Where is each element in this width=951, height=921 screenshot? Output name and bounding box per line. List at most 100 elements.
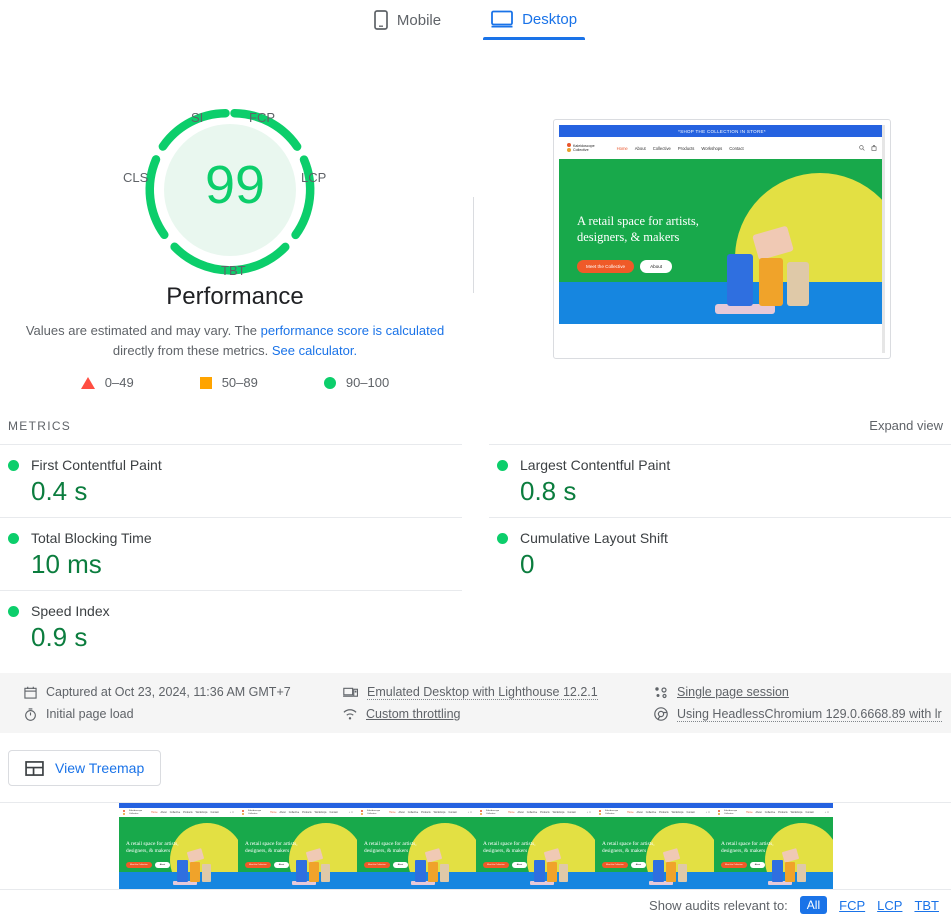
environment-session: Single page session: [654, 681, 951, 703]
frame-object: [678, 864, 687, 882]
user-agent-text[interactable]: Using HeadlessChromium 129.0.6668.89 wit…: [677, 707, 942, 722]
performance-score-link[interactable]: performance score is calculated: [261, 323, 445, 338]
audit-filter-bar: Show audits relevant to: All FCP LCP TBT: [649, 896, 939, 914]
view-treemap-button[interactable]: View Treemap: [8, 750, 162, 786]
environment-column-2: Emulated Desktop with Lighthouse 12.2.1 …: [335, 681, 646, 725]
frame-object: [440, 864, 449, 882]
logo-mark-icon: [567, 143, 571, 153]
frame-nav: Kaleidoscope Collective Home About Collecti…: [595, 808, 714, 817]
session-text[interactable]: Single page session: [677, 685, 789, 699]
metric-value: 0: [520, 549, 535, 579]
circle-icon: [323, 376, 336, 389]
frame-logo-icon: [123, 810, 126, 816]
tab-desktop[interactable]: Desktop: [481, 0, 587, 40]
legend-range-good: 90–100: [345, 375, 390, 390]
frame-headline: A retail space for artists, designers, & …: [245, 841, 298, 854]
environment-column-1: Captured at Oct 23, 2024, 11:36 AM GMT+7…: [0, 681, 335, 725]
frame-cta-secondary: About: [154, 862, 171, 868]
environment-user-agent: Using HeadlessChromium 129.0.6668.89 wit…: [654, 703, 951, 725]
frame-logo-text: Kaleidoscope Collective: [486, 809, 500, 815]
frame-hero: A retail space for artists, designers, & …: [476, 817, 595, 889]
form-factor-tabs: Mobile Desktop: [0, 0, 951, 47]
legend-range-poor: 0–49: [104, 375, 134, 390]
status-dot-good-icon: [497, 532, 508, 544]
frame-object: [559, 864, 568, 882]
audit-filter-tbt[interactable]: TBT: [914, 898, 939, 913]
throttling-text[interactable]: Custom throttling: [366, 707, 460, 721]
single-page-session-icon: [655, 686, 667, 698]
status-dot-good-icon: [497, 459, 508, 471]
metrics-grid: First Contentful Paint 0.4 s Total Block…: [0, 444, 951, 663]
audit-filter-all[interactable]: All: [799, 896, 828, 914]
frame-logo-icon: [361, 810, 364, 816]
frame-cta-group: Meet the Collective About: [721, 862, 766, 868]
hero-cta-group: Meet the Collective About: [577, 260, 673, 273]
frame-object: [547, 862, 557, 882]
see-calculator-link[interactable]: See calculator.: [272, 343, 357, 358]
frame-object: [653, 860, 664, 882]
frame-cta-group: Meet the Collective About: [602, 862, 647, 868]
legend-item-good: 90–100: [323, 375, 390, 390]
legend-item-average: 50–89: [199, 375, 258, 390]
audit-filter-lcp[interactable]: LCP: [877, 898, 902, 913]
metric-largest-contentful-paint[interactable]: Largest Contentful Paint 0.8 s: [489, 444, 951, 517]
frame-nav-links: Home About Collective Products Workshops Cont…: [151, 811, 219, 814]
triangle-icon: [80, 376, 95, 389]
metric-label: Cumulative Layout Shift: [520, 530, 668, 546]
audit-filter-fcp[interactable]: FCP: [839, 898, 865, 913]
hero-object-3: [787, 262, 809, 306]
frame-nav-icons: ⌕ ▢: [824, 811, 829, 814]
frame-object: [309, 862, 319, 882]
legend-range-average: 50–89: [221, 375, 258, 390]
network-icon: [343, 708, 357, 720]
frame-nav-links: Home About Collective Products Workshops Cont…: [389, 811, 457, 814]
frame-nav-icons: ⌕ ▢: [705, 811, 710, 814]
filmstrip-frame: Kaleidoscope Collective Home About Collecti…: [119, 803, 238, 889]
environment-throttling: Custom throttling: [343, 703, 646, 725]
metric-head: Cumulative Layout Shift: [497, 530, 943, 546]
frame-hero: A retail space for artists, designers, & …: [595, 817, 714, 889]
metric-total-blocking-time[interactable]: Total Blocking Time 10 ms: [0, 517, 462, 590]
status-dot-good-icon: [8, 605, 19, 617]
tab-mobile[interactable]: Mobile: [364, 0, 451, 42]
site-promo-banner: *SHOP THE COLLECTION IN STORE*: [559, 125, 885, 137]
frame-nav: Kaleidoscope Collective Home About Collecti…: [357, 808, 476, 817]
performance-gauge[interactable]: 99 SI FCP CLS LCP TBT: [115, 100, 355, 310]
metric-value: 10 ms: [31, 549, 102, 579]
frame-hero: A retail space for artists, designers, & …: [357, 817, 476, 889]
hero-cta-secondary: About: [640, 260, 673, 273]
frame-object: [785, 862, 795, 882]
audit-filter-label: Show audits relevant to:: [649, 897, 788, 913]
frame-cta-secondary: About: [749, 862, 766, 868]
gauge-label-fcp: FCP: [249, 110, 275, 125]
frame-logo-icon: [242, 810, 245, 816]
tab-mobile-label: Mobile: [396, 11, 442, 29]
final-screenshot-thumbnail[interactable]: *SHOP THE COLLECTION IN STORE* Kaleidosc…: [553, 119, 891, 359]
frame-object: [428, 862, 438, 882]
frame-cta-group: Meet the Collective About: [126, 862, 171, 868]
search-icon: [859, 145, 865, 151]
score-legend: 0–49 50–89 90–100: [0, 375, 470, 390]
emulation-text[interactable]: Emulated Desktop with Lighthouse 12.2.1: [367, 685, 598, 700]
gauge-label-lcp: LCP: [301, 170, 327, 185]
environment-bar: Captured at Oct 23, 2024, 11:36 AM GMT+7…: [0, 673, 951, 733]
metric-cumulative-layout-shift[interactable]: Cumulative Layout Shift 0: [489, 517, 951, 590]
frame-logo-icon: [599, 810, 602, 816]
frame-cta-group: Meet the Collective About: [483, 862, 528, 868]
site-nav-icons: [859, 145, 877, 151]
metric-speed-index[interactable]: Speed Index 0.9 s: [0, 590, 462, 663]
frame-cta-group: Meet the Collective About: [245, 862, 290, 868]
site-nav-home: Home: [616, 145, 628, 151]
metric-value: 0.8 s: [520, 476, 577, 506]
frame-headline: A retail space for artists, designers, & …: [364, 841, 417, 854]
frame-nav-links: Home About Collective Products Workshops Cont…: [746, 811, 814, 814]
hero-object-1: [727, 254, 753, 306]
metrics-column-left: First Contentful Paint 0.4 s Total Block…: [0, 444, 462, 663]
stopwatch-icon: [25, 707, 36, 721]
metric-first-contentful-paint[interactable]: First Contentful Paint 0.4 s: [0, 444, 462, 517]
filmstrip-frame: Kaleidoscope Collective Home About Collecti…: [714, 803, 833, 889]
expand-view-toggle[interactable]: Expand view: [869, 418, 943, 433]
frame-object: [772, 860, 783, 882]
pagespeed-report: Mobile Desktop 99 SI FCP CLS LCP TBT Per…: [0, 0, 951, 921]
thumbnail-scrollbar: [882, 125, 885, 353]
